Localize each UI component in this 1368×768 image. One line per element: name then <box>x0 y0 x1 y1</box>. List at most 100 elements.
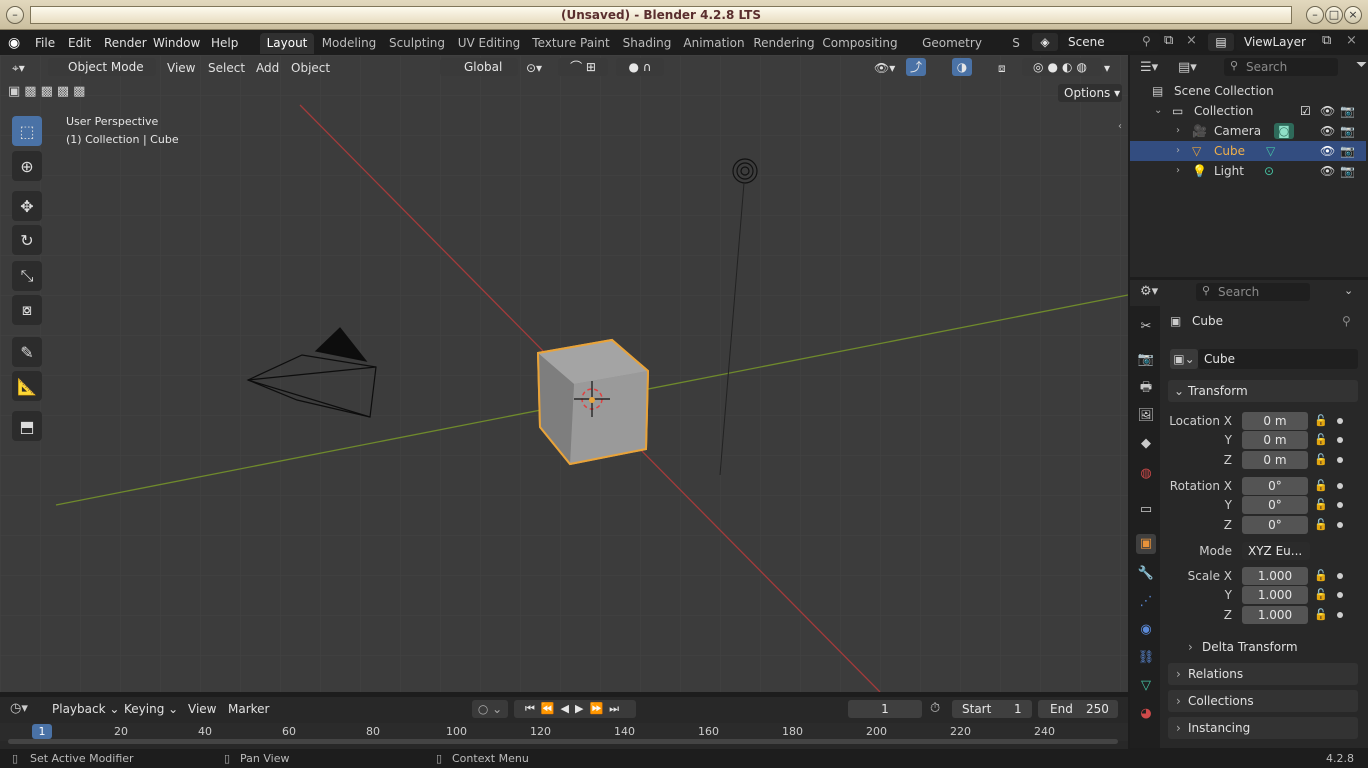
menu-file[interactable]: File <box>35 34 55 52</box>
transform-orientation-dropdown[interactable]: Global <box>440 58 518 76</box>
render-camera-icon[interactable]: 📷 <box>1340 161 1355 181</box>
relations-panel-header[interactable]: › Relations <box>1168 663 1358 685</box>
delete-scene-icon[interactable]: × <box>1186 33 1197 48</box>
tab-animation[interactable]: Animation <box>682 33 746 54</box>
menu-window[interactable]: Window <box>153 34 200 52</box>
new-scene-icon[interactable]: ⧉ <box>1164 33 1173 48</box>
eye-icon[interactable]: 👁 <box>1320 121 1335 141</box>
pin-icon[interactable]: ⚲ <box>1342 314 1351 328</box>
menu-edit[interactable]: Edit <box>68 34 91 52</box>
tab-layout[interactable]: Layout <box>260 33 314 54</box>
object-datablock-icon[interactable]: ▣⌄ <box>1170 349 1198 369</box>
viewport-menu-add[interactable]: Add <box>256 58 279 78</box>
material-tab-icon[interactable]: ◕ <box>1136 704 1156 724</box>
world-tab-icon[interactable]: ◍ <box>1136 464 1156 484</box>
end-frame-field[interactable]: End 250 <box>1038 700 1118 718</box>
tab-uv-editing[interactable]: UV Editing <box>454 33 524 54</box>
preview-range-icon[interactable]: ⏱ <box>930 701 940 716</box>
measure-tool-icon[interactable]: 📐 <box>12 371 42 401</box>
gizmo-icon[interactable]: ⤴ <box>906 58 926 76</box>
outliner-search-input[interactable]: Search <box>1224 58 1338 76</box>
playhead[interactable]: 1 <box>32 724 52 739</box>
add-cube-tool-icon[interactable]: ⬒ <box>12 411 42 441</box>
keyframe-dot-icon[interactable] <box>1337 522 1343 528</box>
outliner-row-cube[interactable]: › ▽ Cube ▽ 👁 📷 <box>1130 141 1366 161</box>
object-name-field[interactable]: Cube <box>1198 349 1358 369</box>
tab-texture-paint[interactable]: Texture Paint <box>530 33 612 54</box>
viewport-menu-view[interactable]: View <box>167 58 195 78</box>
overlays-icon[interactable]: ◑ <box>952 58 972 76</box>
tool-tab-icon[interactable]: ✂ <box>1136 317 1156 337</box>
menu-help[interactable]: Help <box>211 34 238 52</box>
render-camera-icon[interactable]: 📷 <box>1340 141 1355 161</box>
view-layer-selector-icon[interactable]: ▤ <box>1208 33 1234 51</box>
scene-tab-icon[interactable]: ◆ <box>1136 434 1156 454</box>
delete-view-layer-icon[interactable]: × <box>1346 33 1357 48</box>
keyframe-dot-icon[interactable] <box>1337 457 1343 463</box>
constraints-tab-icon[interactable]: ⛓ <box>1136 648 1156 668</box>
blender-logo-icon[interactable]: ◉ <box>8 34 26 52</box>
window-menu-button[interactable]: – <box>6 6 24 24</box>
rotation-z-field[interactable]: 0° <box>1242 516 1308 534</box>
display-mode-icon[interactable]: ▤▾ <box>1178 60 1197 75</box>
tab-rendering[interactable]: Rendering <box>752 33 816 54</box>
lock-icon[interactable]: 🔓 <box>1314 588 1328 602</box>
mesh-data-icon[interactable]: ▽ <box>1266 141 1275 161</box>
pin-icon[interactable]: ⚲ <box>1142 34 1151 48</box>
shading-dropdown-icon[interactable]: ▾ <box>1104 58 1110 78</box>
transform-tool-icon[interactable]: ⧇ <box>12 295 42 325</box>
modifier-tab-icon[interactable]: 🔧 <box>1136 564 1156 584</box>
delta-transform-subpanel[interactable]: › Delta Transform <box>1180 637 1356 657</box>
chevron-down-icon[interactable]: ⌄ <box>1154 101 1162 121</box>
menu-render[interactable]: Render <box>104 34 147 52</box>
tab-sculpting[interactable]: Sculpting <box>386 33 448 54</box>
tab-compositing[interactable]: Compositing <box>822 33 898 54</box>
keyframe-dot-icon[interactable] <box>1337 418 1343 424</box>
lock-icon[interactable]: 🔓 <box>1314 569 1328 583</box>
scale-y-field[interactable]: 1.000 <box>1242 586 1308 604</box>
viewport-menu-select[interactable]: Select <box>208 58 245 78</box>
properties-search-input[interactable]: Search <box>1196 283 1310 301</box>
playback-controls[interactable]: ⏮⏪◀▶⏩⏭ <box>514 700 636 718</box>
sidebar-toggle-icon[interactable]: ‹ <box>1118 121 1122 132</box>
location-y-field[interactable]: 0 m <box>1242 431 1308 449</box>
eye-icon[interactable]: 👁 <box>1320 101 1335 121</box>
scene-selector-icon[interactable]: ◈ <box>1032 33 1058 51</box>
view-layer-tab-icon[interactable]: 🖼 <box>1136 406 1156 426</box>
outliner-editor-type-icon[interactable]: ☰▾ <box>1140 60 1158 75</box>
data-tab-icon[interactable]: ▽ <box>1136 676 1156 696</box>
camera-data-icon[interactable]: ◙ <box>1274 123 1294 139</box>
rotation-mode-dropdown[interactable]: XYZ Eu... <box>1242 542 1310 560</box>
object-tab-icon[interactable]: ▣ <box>1136 534 1156 554</box>
output-tab-icon[interactable]: 🖶 <box>1136 378 1156 398</box>
properties-editor-type-icon[interactable]: ⚙▾ <box>1140 284 1158 299</box>
3d-viewport[interactable]: ⌖▾ Object Mode View Select Add Object Gl… <box>0 55 1128 692</box>
eye-icon[interactable]: 👁 <box>1320 161 1335 181</box>
lock-icon[interactable]: 🔓 <box>1314 433 1328 447</box>
move-tool-icon[interactable]: ✥ <box>12 191 42 221</box>
visibility-icon[interactable]: 👁▾ <box>874 58 904 78</box>
outliner-row-collection[interactable]: ⌄ ▭ Collection ☑ 👁 📷 <box>1130 101 1366 121</box>
minimize-button[interactable]: – <box>1306 6 1324 24</box>
maximize-button[interactable]: □ <box>1325 6 1343 24</box>
options-dropdown[interactable]: Options ▾ <box>1058 84 1122 102</box>
lock-icon[interactable]: 🔓 <box>1314 518 1328 532</box>
keyframe-dot-icon[interactable] <box>1337 437 1343 443</box>
chevron-right-icon[interactable]: › <box>1176 141 1180 161</box>
timeline-menu-marker[interactable]: Marker <box>228 699 269 719</box>
annotate-tool-icon[interactable]: ✎ <box>12 337 42 367</box>
view-layer-name-field[interactable]: ViewLayer <box>1236 33 1320 51</box>
particles-tab-icon[interactable]: ⋰ <box>1136 592 1156 612</box>
rotate-tool-icon[interactable]: ↻ <box>12 225 42 255</box>
timeline-menu-keying[interactable]: Keying ⌄ <box>124 699 178 719</box>
close-button[interactable]: × <box>1344 6 1362 24</box>
render-camera-icon[interactable]: 📷 <box>1340 121 1355 141</box>
keyframe-dot-icon[interactable] <box>1337 612 1343 618</box>
lock-icon[interactable]: 🔓 <box>1314 453 1328 467</box>
keyframe-dot-icon[interactable] <box>1337 483 1343 489</box>
collections-panel-header[interactable]: › Collections <box>1168 690 1358 712</box>
light-data-icon[interactable]: ⊙ <box>1264 161 1274 181</box>
viewport-menu-object[interactable]: Object <box>291 58 330 78</box>
scale-z-field[interactable]: 1.000 <box>1242 606 1308 624</box>
outliner-row-camera[interactable]: › 🎥 Camera ◙ 👁 📷 <box>1130 121 1366 141</box>
